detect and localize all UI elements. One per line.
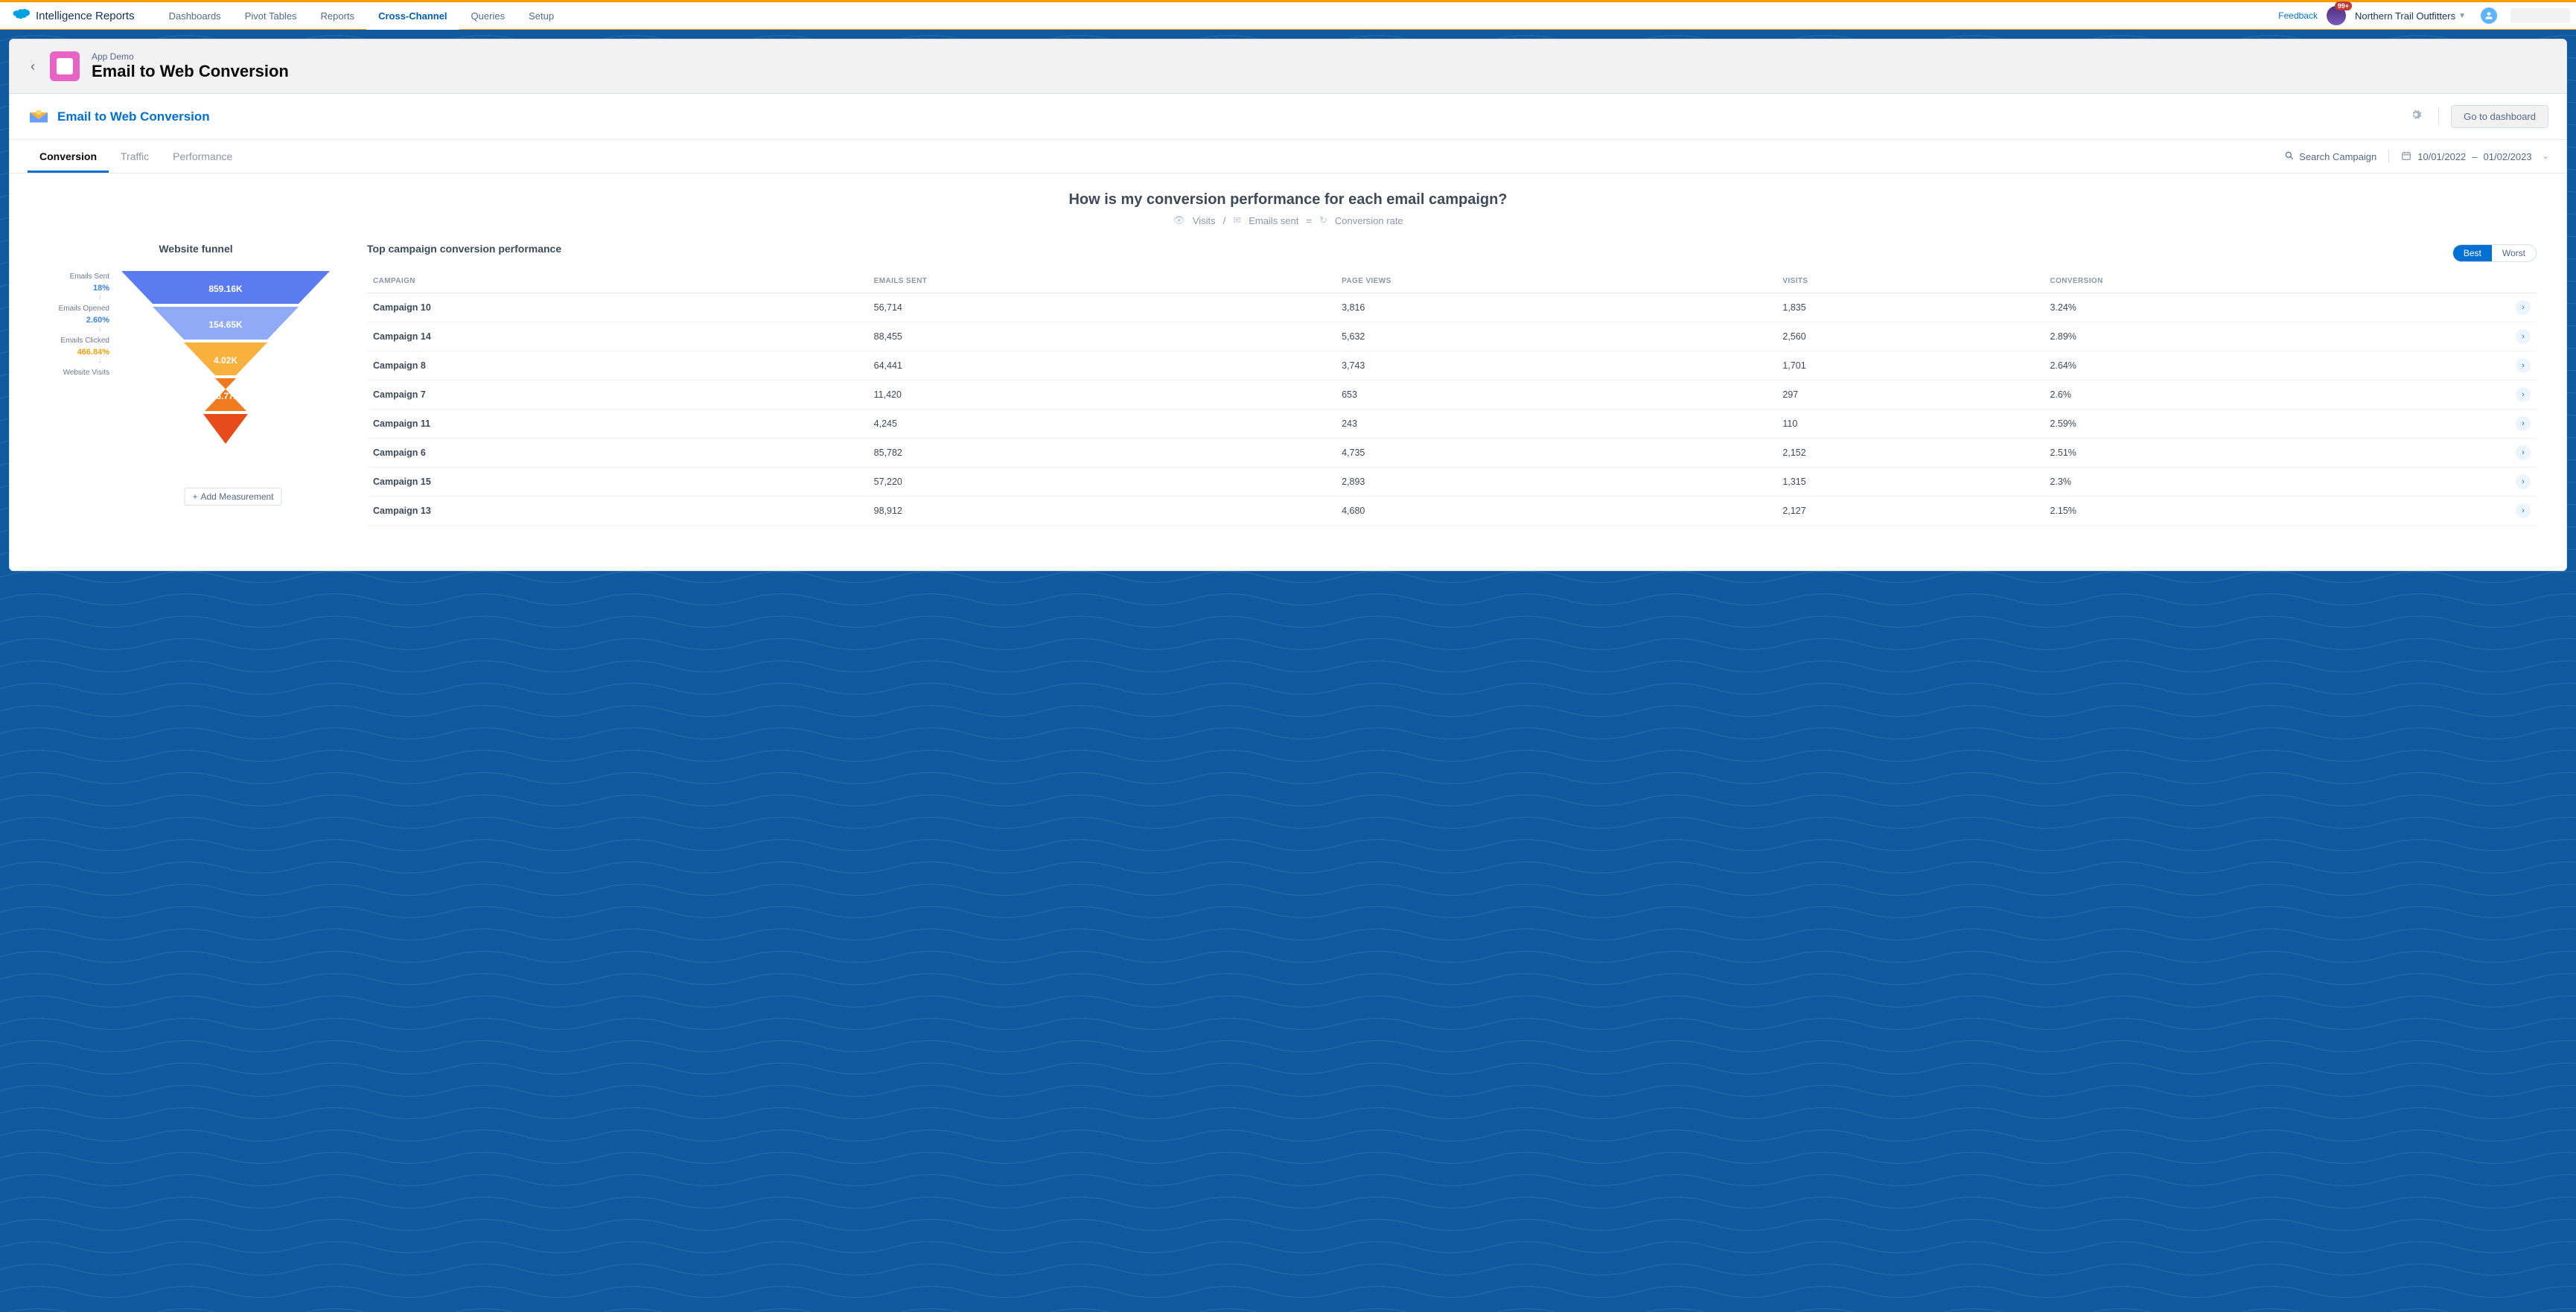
org-switcher[interactable]: Northern Trail Outfitters ▼ <box>2355 10 2466 22</box>
app-title: Intelligence Reports <box>36 10 135 22</box>
chevron-down-icon: ⌄ <box>2542 153 2548 161</box>
formula-emails: Emails sent <box>1249 215 1298 226</box>
search-campaign[interactable]: Search Campaign <box>2284 150 2376 163</box>
divider <box>2388 150 2389 163</box>
email-report-icon <box>28 108 50 126</box>
funnel-pct: 2.60% <box>39 313 114 325</box>
notification-badge: 99+ <box>2335 1 2352 10</box>
user-avatar[interactable] <box>2481 7 2497 24</box>
search-campaign-label: Search Campaign <box>2299 151 2376 162</box>
refresh-icon: ↻ <box>1319 214 1327 226</box>
back-chevron-icon[interactable]: ‹ <box>28 56 38 77</box>
formula-visits: Visits <box>1193 215 1216 226</box>
col-visits: VISITS <box>1776 270 2044 293</box>
salesforce-cloud-icon <box>9 8 30 23</box>
table-row: Campaign 1056,7143,8161,8353.24%› <box>367 293 2537 322</box>
insight-question: How is my conversion performance for eac… <box>39 191 2537 208</box>
date-from: 10/01/2022 <box>2417 151 2466 162</box>
nav-queries[interactable]: Queries <box>459 2 517 29</box>
tab-conversion[interactable]: Conversion <box>28 140 109 173</box>
nav-reports[interactable]: Reports <box>309 2 367 29</box>
funnel-stage-label: Emails Sent <box>39 273 114 281</box>
date-to: 01/02/2023 <box>2484 151 2532 162</box>
funnel-stage-label: Emails Opened <box>39 305 114 313</box>
table-title: Top campaign conversion performance <box>367 243 561 255</box>
funnel-chart: Emails Sent18%↓Emails Opened2.60%↓Emails… <box>39 264 352 491</box>
row-expand-button[interactable]: › <box>2516 300 2531 315</box>
date-range-picker[interactable]: 10/01/2022 – 01/02/2023 ⌄ <box>2401 150 2548 163</box>
table-row: Campaign 864,4413,7431,7012.64%› <box>367 351 2537 380</box>
row-expand-button[interactable]: › <box>2516 387 2531 402</box>
nav-pivot-tables[interactable]: Pivot Tables <box>233 2 309 29</box>
add-measurement-button[interactable]: + Add Measurement <box>184 488 281 506</box>
formula: 👁 Visits / ✉ Emails sent = ↻ Conversion … <box>39 214 2537 226</box>
breadcrumb: App Demo <box>92 51 289 62</box>
svg-text:4.02K: 4.02K <box>214 355 237 366</box>
caret-down-icon: ▼ <box>2458 12 2466 20</box>
search-icon <box>2284 150 2295 163</box>
tab-row: ConversionTrafficPerformance Search Camp… <box>10 140 2566 173</box>
row-expand-button[interactable]: › <box>2516 474 2531 489</box>
page-type-icon <box>50 51 80 81</box>
plus-icon: + <box>192 491 197 502</box>
table-row: Campaign 685,7824,7352,1522.51%› <box>367 439 2537 468</box>
feedback-link[interactable]: Feedback <box>2278 10 2318 21</box>
funnel-pct: 18% <box>39 281 114 293</box>
funnel-stage-label: Website Visits <box>39 369 114 377</box>
table-row: Campaign 1557,2202,8931,3152.3%› <box>367 468 2537 497</box>
col-page-views: PAGE VIEWS <box>1336 270 1776 293</box>
tab-performance[interactable]: Performance <box>161 140 244 173</box>
settings-gear-icon[interactable] <box>2406 104 2426 129</box>
formula-rate: Conversion rate <box>1335 215 1403 226</box>
col-campaign: CAMPAIGN <box>367 270 868 293</box>
nav-dashboards[interactable]: Dashboards <box>157 2 233 29</box>
page-title: Email to Web Conversion <box>92 62 289 81</box>
nav-setup[interactable]: Setup <box>517 2 566 29</box>
mail-icon: ✉ <box>1233 214 1241 226</box>
funnel-pct: 466.84% <box>39 345 114 357</box>
table-row: Campaign 1488,4555,6322,5602.89%› <box>367 322 2537 351</box>
table-row: Campaign 711,4206532972.6%› <box>367 380 2537 410</box>
row-expand-button[interactable]: › <box>2516 416 2531 431</box>
funnel-title: Website funnel <box>39 243 352 255</box>
best-worst-toggle: Best Worst <box>2452 244 2537 262</box>
report-subheader: Email to Web Conversion Go to dashboard <box>10 94 2566 140</box>
astro-notification-icon[interactable]: 99+ <box>2327 6 2346 25</box>
nav-cross-channel[interactable]: Cross-Channel <box>366 2 459 29</box>
org-name: Northern Trail Outfitters <box>2355 10 2455 22</box>
row-expand-button[interactable]: › <box>2516 358 2531 373</box>
goto-dashboard-button[interactable]: Go to dashboard <box>2451 105 2548 128</box>
svg-text:18.77K: 18.77K <box>211 391 240 401</box>
top-nav: Intelligence Reports DashboardsPivot Tab… <box>0 0 2576 30</box>
toggle-worst[interactable]: Worst <box>2492 245 2536 261</box>
tab-traffic[interactable]: Traffic <box>109 140 161 173</box>
row-expand-button[interactable]: › <box>2516 329 2531 344</box>
report-title[interactable]: Email to Web Conversion <box>57 109 210 124</box>
toggle-best[interactable]: Best <box>2453 245 2492 261</box>
table-row: Campaign 1398,9124,6802,1272.15%› <box>367 497 2537 526</box>
svg-text:154.65K: 154.65K <box>208 319 243 330</box>
main-nav: DashboardsPivot TablesReportsCross-Chann… <box>157 2 566 29</box>
campaign-table: CAMPAIGNEMAILS SENTPAGE VIEWSVISITSCONVE… <box>367 270 2537 526</box>
global-search-input[interactable] <box>2510 8 2570 23</box>
row-expand-button[interactable]: › <box>2516 503 2531 518</box>
col-conversion: CONVERSION <box>2044 270 2510 293</box>
svg-text:859.16K: 859.16K <box>208 284 243 294</box>
calendar-icon <box>2401 150 2411 163</box>
funnel-stage-label: Emails Clicked <box>39 337 114 345</box>
row-expand-button[interactable]: › <box>2516 445 2531 460</box>
divider <box>2438 108 2439 126</box>
page-header: ‹ App Demo Email to Web Conversion <box>9 39 2567 94</box>
col-emails-sent: EMAILS SENT <box>868 270 1336 293</box>
eye-icon: 👁 <box>1173 214 1185 226</box>
table-row: Campaign 114,2452431102.59%› <box>367 410 2537 439</box>
